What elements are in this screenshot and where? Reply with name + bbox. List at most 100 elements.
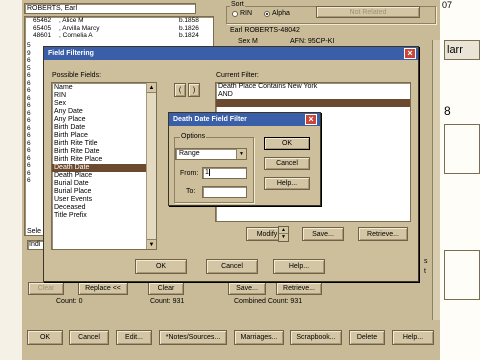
retrieve-filter-button[interactable]: Retrieve... [358,227,408,241]
open-paren-button[interactable]: ( [174,83,186,97]
people-list-fragment: 6 [27,117,31,124]
possible-field-item[interactable]: Burial Place [52,188,146,196]
field-filtering-title: Field Filtering [48,50,94,57]
move-updown-control[interactable]: ▲ ▼ [278,226,289,242]
right-edge-box [444,124,480,174]
possible-field-item[interactable]: Birth Rite Place [52,156,146,164]
date-filter-close-icon[interactable]: × [305,114,317,125]
afn-label: AFN: 95CP-KI [290,38,335,45]
range-select[interactable]: Range ▼ [175,148,247,160]
possible-fields-list[interactable]: Name RIN Sex Any Date Any Place Birth Date Bir… [51,82,157,250]
field-filtering-close-icon[interactable]: × [404,48,416,59]
possible-field-item[interactable]: RIN [52,92,146,100]
clear-left-button[interactable]: Clear [28,282,64,295]
bottom-help-button[interactable]: Help... [392,330,434,345]
replace-button[interactable]: Replace << [78,282,128,295]
ff-cancel-button[interactable]: Cancel [206,259,258,274]
to-date-input[interactable] [202,186,247,198]
people-list-fragment: 6 [27,124,31,132]
person-name-field[interactable]: ROBERTS, Earl [24,3,196,14]
people-list-fragment: 6 [27,72,31,79]
people-list-fragment: 6 [27,79,31,87]
save-bg-button[interactable]: Save... [228,282,266,295]
people-list-fragment: 6 [27,102,31,109]
df-help-button[interactable]: Help... [264,177,310,190]
possible-field-item[interactable]: Birth Date [52,124,146,132]
filter-line[interactable]: AND [216,91,410,99]
bottom-marriages-button[interactable]: Marriages... [234,330,284,345]
possible-field-item[interactable]: Title Prefix [52,212,146,220]
from-date-input[interactable]: 1 [202,167,247,179]
people-list-fragment: 6 [27,177,31,184]
ff-help-button[interactable]: Help... [273,259,325,274]
people-list-fragments: 5965666666666666666 [27,42,31,185]
possible-field-item[interactable]: Birth Rite Date [52,148,146,156]
possible-field-item[interactable]: Death Place [52,172,146,180]
right-edge-box-2 [444,250,480,300]
possible-field-item[interactable]: Sex [52,100,146,108]
bottom-delete-button[interactable]: Delete [349,330,385,345]
right-edge-tab: larr [444,40,480,60]
sort-label: Sort [230,1,245,8]
not-related-button[interactable]: Not Related [316,6,420,18]
from-label: From: [180,170,199,177]
bottom-cancel-button[interactable]: Cancel [69,330,109,345]
people-list-fragment: 5 [27,42,31,49]
right-edge-mid: 8 [444,104,451,118]
count-mid: Count: 931 [150,298,185,305]
sort-rin-radio[interactable] [232,11,238,17]
range-select-value: Range [179,150,200,157]
df-cancel-button[interactable]: Cancel [264,157,310,170]
possible-field-item[interactable]: User Events [52,196,146,204]
earl-header: Earl ROBERTS-48042 [230,27,300,34]
list-item[interactable]: 65462, Alice Mb.1858 [25,17,213,25]
possible-field-selected[interactable]: Death Date [52,164,146,172]
list-item[interactable]: 48601, Cornelia Ab.1824 [25,32,213,40]
possible-fields-scrollbar[interactable]: ▲ ▼ [146,83,156,249]
possible-field-item[interactable]: Burial Date [52,180,146,188]
people-list-fragment: 6 [27,162,31,169]
possible-field-item[interactable]: Deceased [52,204,146,212]
people-list-fragment: 9 [27,49,31,57]
bottom-edit-button[interactable]: Edit... [116,330,152,345]
bottom-ok-button[interactable]: OK [27,330,63,345]
scroll-down-icon[interactable]: ▼ [147,239,156,249]
people-list-fragment: 5 [27,64,31,72]
possible-fields-label: Possible Fields: [52,72,102,79]
list-item[interactable]: 65405, Arvilla Marcy b.1826 [25,25,213,33]
right-edge-fragment-2: t [424,268,426,275]
bottom-scrapbook-button[interactable]: Scrapbook... [290,330,342,345]
save-filter-button[interactable]: Save... [302,227,344,241]
move-up-icon[interactable]: ▲ [279,227,288,234]
scroll-up-icon[interactable]: ▲ [147,83,156,93]
scrollbar-right[interactable] [432,40,440,320]
possible-field-item[interactable]: Any Place [52,116,146,124]
df-ok-button[interactable]: OK [264,137,310,150]
retrieve-bg-button[interactable]: Retrieve... [276,282,322,295]
ff-ok-button[interactable]: OK [135,259,187,274]
sort-alpha-radio[interactable] [264,11,270,17]
close-paren-button[interactable]: ) [188,83,200,97]
field-filtering-titlebar: Field Filtering [44,47,418,60]
possible-field-item[interactable]: Any Date [52,108,146,116]
clear-mid-button[interactable]: Clear [148,282,184,295]
possible-field-item[interactable]: Birth Place [52,132,146,140]
combined-count: Combined Count: 931 [234,298,303,305]
people-list-fragment: 6 [27,57,31,64]
to-label: To: [186,188,196,195]
options-label: Options [180,133,207,140]
date-filter-title: Death Date Field Filter [173,116,247,123]
filter-line-selected[interactable] [216,99,410,107]
move-down-icon[interactable]: ▼ [279,234,288,241]
filter-line[interactable]: Death Place Contains New York [216,83,410,91]
possible-field-item[interactable]: Birth Rite Title [52,140,146,148]
bottom-notes-button[interactable]: *Notes/Sources... [159,330,227,345]
date-filter-titlebar: Death Date Field Filter [169,113,320,126]
dropdown-arrow-icon[interactable]: ▼ [236,149,246,159]
possible-field-item[interactable]: Name [52,84,146,92]
people-list-fragment: 6 [27,87,31,94]
people-list-fragment: 6 [27,94,31,102]
current-filter-label: Current Filter: [216,72,259,79]
people-list-fragment: 6 [27,109,31,117]
people-list-fragment: 6 [27,169,31,177]
